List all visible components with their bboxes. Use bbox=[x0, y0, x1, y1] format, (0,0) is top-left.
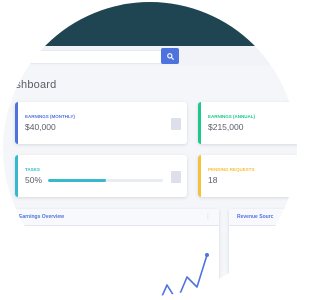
calendar-icon bbox=[171, 118, 181, 130]
panel-header: Earnings Overview ⋮ bbox=[11, 209, 219, 226]
card-pending-requests: PENDING REQUESTS 18 bbox=[198, 155, 297, 197]
earnings-overview-panel: Earnings Overview ⋮ bbox=[11, 209, 219, 296]
card-value: 50% bbox=[25, 175, 43, 185]
page-title: ashboard bbox=[9, 79, 57, 91]
card-tasks: TASKS 50% bbox=[15, 155, 187, 197]
card-earnings-monthly: EARNINGS (MONTHLY) $40,000 bbox=[15, 102, 187, 144]
card-earnings-annual: EARNINGS (ANNUAL) $215,000 bbox=[198, 102, 297, 144]
card-value: $215,000 bbox=[208, 122, 244, 132]
card-label: TASKS bbox=[25, 167, 40, 172]
search-input[interactable]: ... bbox=[19, 50, 163, 64]
tasks-progress-bar bbox=[48, 179, 163, 182]
card-accent bbox=[198, 155, 201, 197]
card-value: $40,000 bbox=[25, 122, 56, 132]
top-navbar bbox=[3, 2, 297, 46]
panel-title: Earnings Overview bbox=[19, 214, 65, 220]
earnings-line-chart bbox=[161, 253, 209, 296]
card-value: 18 bbox=[208, 175, 218, 185]
card-label: EARNINGS (MONTHLY) bbox=[25, 114, 75, 119]
card-label: PENDING REQUESTS bbox=[208, 167, 255, 172]
search-icon bbox=[166, 47, 174, 65]
search-button[interactable] bbox=[161, 48, 179, 64]
revenue-sources-panel: Revenue Sourc bbox=[229, 209, 297, 296]
card-accent bbox=[15, 102, 18, 144]
panel-title: Revenue Sourc bbox=[237, 214, 274, 220]
clipboard-icon bbox=[171, 171, 181, 183]
earnings-point bbox=[205, 253, 209, 257]
card-accent bbox=[15, 155, 18, 197]
card-label: EARNINGS (ANNUAL) bbox=[208, 114, 255, 119]
card-accent bbox=[198, 102, 201, 144]
earnings-series-line bbox=[161, 254, 208, 296]
tasks-progress-fill bbox=[48, 179, 106, 182]
panel-header: Revenue Sourc bbox=[229, 209, 297, 226]
dashboard-viewport: ... ashboard EARNINGS (MONTHLY) $40,000 … bbox=[3, 2, 297, 296]
more-options-icon[interactable]: ⋮ bbox=[205, 213, 211, 220]
